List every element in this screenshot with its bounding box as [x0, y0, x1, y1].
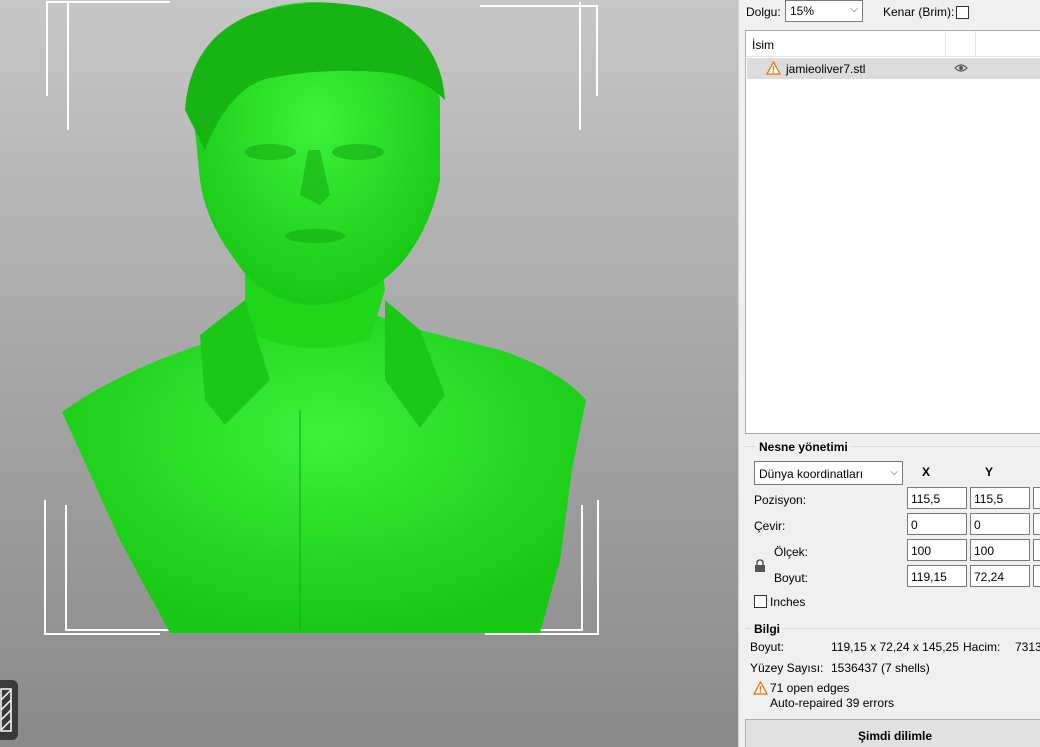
rotation-y-field[interactable]: 0: [970, 513, 1030, 535]
info-section: Bilgi Boyut: 119,15 x 72,24 x 145,25 Hac…: [745, 622, 1040, 716]
column-header-name[interactable]: İsim: [746, 31, 946, 56]
object-list[interactable]: İsim jamieoliver7.stl: [745, 30, 1040, 434]
info-warning-repaired: Auto-repaired 39 errors: [770, 696, 895, 710]
scale-x-field[interactable]: 100: [907, 539, 967, 561]
3d-viewport[interactable]: [0, 0, 738, 747]
chevron-down-icon: ⌵: [890, 467, 898, 478]
eye-icon[interactable]: [954, 63, 968, 73]
brim-label: Kenar (Brim):: [883, 5, 955, 19]
scale-label: Ölçek:: [774, 545, 809, 559]
scale-y-field[interactable]: 100: [970, 539, 1030, 561]
size-z-field[interactable]: [1033, 565, 1040, 587]
info-size-value: 119,15 x 72,24 x 145,25: [831, 640, 959, 654]
coordinate-mode-select[interactable]: Dünya koordinatları ⌵: [754, 461, 903, 485]
rotation-x-field[interactable]: 0: [907, 513, 967, 535]
info-title: Bilgi: [751, 622, 783, 636]
coordinate-mode-value: Dünya koordinatları: [759, 467, 864, 481]
infill-value: 15%: [790, 4, 815, 18]
inches-label: Inches: [770, 595, 806, 609]
size-x-field[interactable]: 119,15: [907, 565, 967, 587]
info-facets-value: 1536437 (7 shells): [831, 661, 930, 675]
size-y-field[interactable]: 72,24: [970, 565, 1030, 587]
position-z-field[interactable]: [1033, 487, 1040, 509]
inches-checkbox[interactable]: [754, 595, 767, 608]
column-header-visibility[interactable]: [946, 31, 976, 56]
scale-z-field[interactable]: [1033, 539, 1040, 561]
model-bust[interactable]: [0, 0, 738, 747]
infill-label: Dolgu:: [746, 5, 781, 19]
list-item[interactable]: jamieoliver7.stl: [747, 58, 1040, 79]
size-label: Boyut:: [774, 571, 809, 585]
axis-y-label: Y: [985, 465, 994, 479]
lock-icon[interactable]: [754, 559, 766, 573]
chevron-down-icon: ⌵: [850, 4, 858, 15]
info-volume-label: Hacim:: [963, 640, 1001, 654]
rotation-z-field[interactable]: [1033, 513, 1040, 535]
object-list-header: İsim: [746, 31, 1040, 57]
position-label: Pozisyon:: [754, 493, 807, 507]
position-x-field[interactable]: 115,5: [907, 487, 967, 509]
info-volume-value: 73130: [1015, 640, 1040, 654]
warning-icon: [753, 681, 768, 695]
rotate-label: Çevir:: [754, 519, 786, 533]
object-name: jamieoliver7.stl: [786, 62, 866, 76]
object-manipulation-title: Nesne yönetimi: [756, 440, 851, 454]
axis-x-label: X: [922, 465, 931, 479]
info-size-label: Boyut:: [750, 640, 785, 654]
brim-checkbox[interactable]: [956, 6, 969, 19]
warning-icon[interactable]: [766, 61, 781, 75]
layers-panel-toggle[interactable]: [0, 680, 18, 740]
slice-now-button[interactable]: Şimdi dilimle: [745, 719, 1040, 747]
settings-panel: Dolgu: 15% ⌵ Kenar (Brim): İsim jamieoli…: [738, 0, 1040, 747]
position-y-field[interactable]: 115,5: [970, 487, 1030, 509]
infill-select[interactable]: 15% ⌵: [785, 0, 863, 22]
object-manipulation-section: Nesne yönetimi Dünya koordinatları ⌵ X Y…: [745, 440, 1040, 614]
info-facets-label: Yüzey Sayısı:: [750, 661, 824, 675]
info-warning-open-edges: 71 open edges: [770, 681, 850, 695]
layers-icon: [0, 688, 12, 732]
